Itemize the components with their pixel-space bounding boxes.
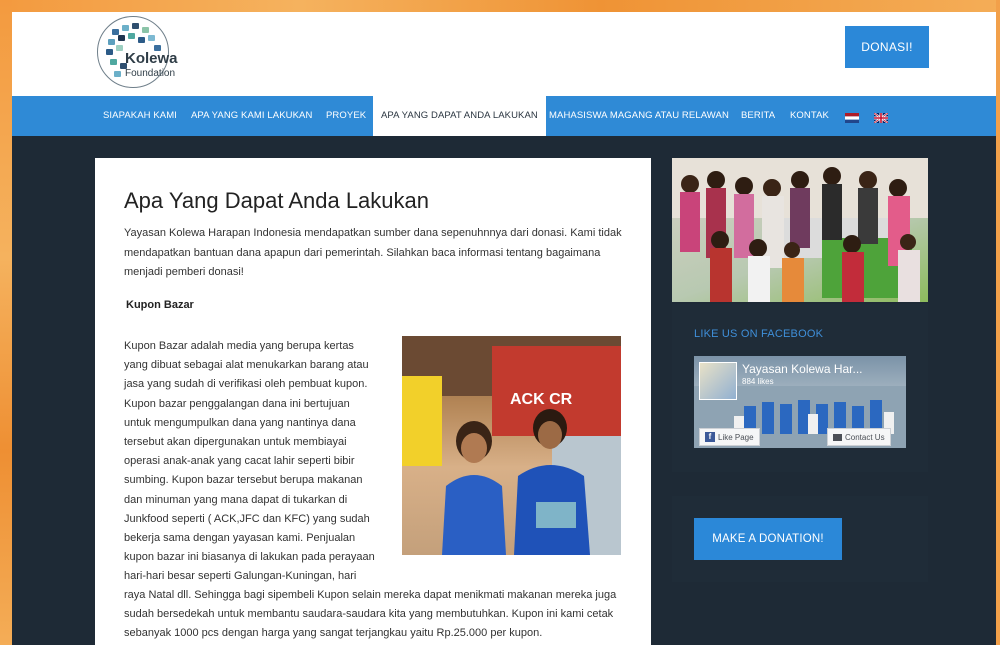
main-navigation: SIAPAKAH KAMI APA YANG KAMI LAKUKAN PROY… [12, 96, 996, 136]
facebook-contact-us-label: Contact Us [845, 432, 885, 442]
kolewa-logo[interactable]: Kolewa Foundation [97, 16, 197, 88]
nav-item-apa-yang-kami-lakukan[interactable]: APA YANG KAMI LAKUKAN [191, 96, 312, 136]
sidebar-group-photo [672, 158, 928, 302]
uk-flag-icon[interactable] [873, 110, 889, 124]
page-title: Apa Yang Dapat Anda Lakukan [124, 188, 429, 213]
facebook-likes-count: 884 likes [742, 377, 774, 386]
intro-paragraph: Yayasan Kolewa Harapan Indonesia mendapa… [124, 227, 622, 278]
dutch-flag-icon[interactable] [845, 110, 859, 123]
facebook-page-avatar [699, 362, 737, 400]
kupon-bazar-paragraph-continued: raya Natal dll. Sehingga bagi sipembeli … [124, 589, 617, 640]
message-icon [833, 433, 842, 441]
facebook-contact-us-button[interactable]: Contact Us [827, 428, 891, 446]
logo-subtitle: Foundation [125, 68, 176, 79]
kupon-bazar-paragraph: Kupon Bazar adalah media yang berupa ker… [124, 340, 375, 583]
facebook-widget: LIKE US ON FACEBOOK Yayasan Kolewa Har..… [672, 304, 928, 472]
website: Kolewa Foundation DONASI! SIAPAKAH KAMI … [12, 12, 996, 645]
donation-widget: MAKE A DONATION! [672, 496, 928, 582]
kupon-bazar-photo: ACK CR [402, 336, 621, 555]
facebook-icon: f [705, 432, 715, 442]
outer-frame-left [0, 0, 12, 645]
facebook-like-page-button[interactable]: f Like Page [699, 428, 760, 446]
logo-wordmark: Kolewa [125, 50, 178, 67]
main-content-card: Apa Yang Dapat Anda Lakukan Yayasan Kole… [95, 158, 651, 645]
photo-sign-text: ACK CR [510, 391, 573, 408]
site-header: Kolewa Foundation DONASI! [12, 12, 996, 96]
nav-item-kontak[interactable]: KONTAK [790, 96, 829, 136]
nav-item-apa-yang-dapat-anda-lakukan[interactable]: APA YANG DAPAT ANDA LAKUKAN [373, 96, 546, 136]
nav-item-mahasiswa-magang[interactable]: MAHASISWA MAGANG ATAU RELAWAN [549, 96, 729, 136]
facebook-page-name: Yayasan Kolewa Har... [742, 362, 863, 376]
facebook-page-card[interactable]: Yayasan Kolewa Har... 884 likes f Like P… [694, 356, 906, 448]
outer-frame-right [996, 0, 1000, 645]
facebook-heading: LIKE US ON FACEBOOK [694, 328, 824, 340]
nav-item-proyek[interactable]: PROYEK [326, 96, 366, 136]
outer-frame-top [0, 0, 1000, 12]
donate-header-button[interactable]: DONASI! [845, 26, 929, 68]
facebook-like-page-label: Like Page [718, 432, 754, 442]
make-a-donation-button[interactable]: MAKE A DONATION! [694, 518, 842, 560]
section-heading-kupon-bazar: Kupon Bazar [126, 299, 194, 311]
nav-item-berita[interactable]: BERITA [741, 96, 775, 136]
nav-item-siapakah-kami[interactable]: SIAPAKAH KAMI [103, 96, 177, 136]
